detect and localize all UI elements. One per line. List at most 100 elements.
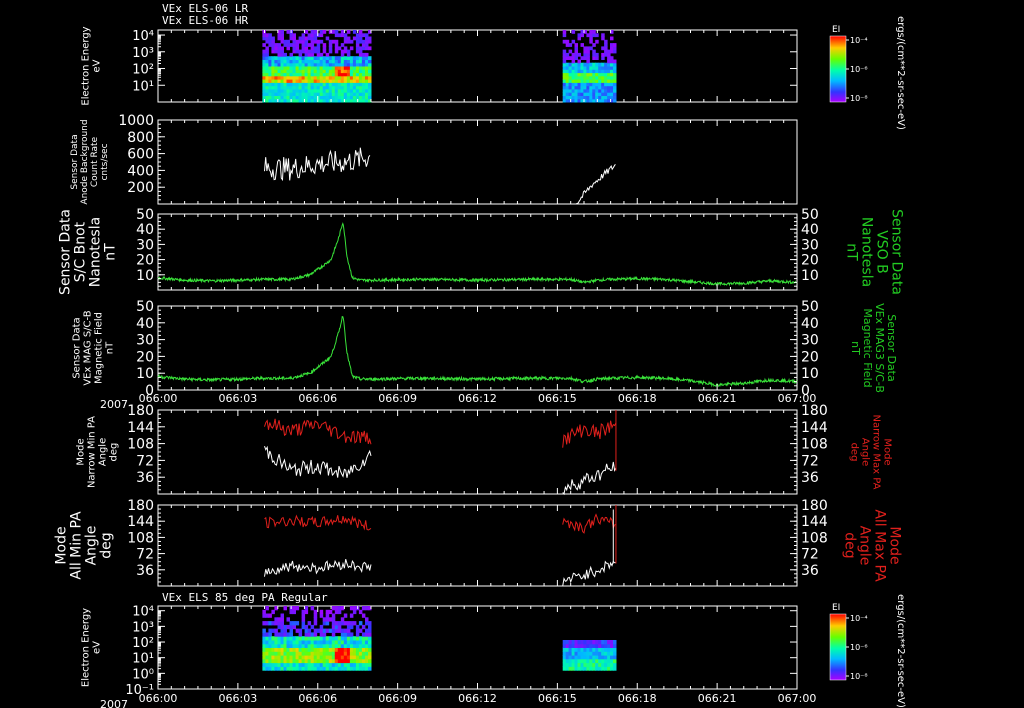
spectrogram-cell — [301, 662, 306, 667]
spectrogram-cell — [319, 647, 324, 652]
spectrogram-cell — [337, 636, 342, 641]
spectrogram-cell — [283, 632, 287, 637]
spectrogram-cell — [568, 66, 573, 70]
spectrogram-cell — [358, 655, 363, 660]
bottom-time-axis-tick-label: 066:15 — [538, 692, 577, 705]
spectrogram-cell — [610, 46, 614, 51]
spectrogram-cell — [568, 92, 573, 96]
spectrogram-cell — [346, 66, 351, 70]
panel5-ylabel: Narrow Min PA — [87, 416, 98, 488]
spectrogram-cell — [334, 56, 339, 60]
spectrogram-cell — [574, 75, 578, 80]
spectrogram-cell — [358, 59, 363, 64]
spectrogram-cell — [598, 643, 602, 648]
panel3-ylabel: nT — [103, 243, 119, 261]
spectrogram-cell — [365, 39, 369, 44]
spectrogram-cell — [286, 651, 290, 656]
spectrogram-cell — [583, 69, 587, 74]
spectrogram-cell — [358, 636, 363, 641]
spectrogram-cell — [331, 632, 336, 637]
spectrogram-cell — [268, 643, 272, 648]
spectrogram-cell — [340, 621, 345, 626]
y-tick-label: 50 — [136, 207, 154, 223]
spectrogram-cell — [346, 75, 351, 80]
spectrogram-cell — [595, 79, 599, 83]
spectrogram-cell — [313, 617, 318, 622]
spectrogram-cell — [328, 643, 333, 648]
spectrogram-cell — [301, 658, 306, 664]
spectrogram-cell — [589, 640, 593, 645]
spectrogram-cell — [365, 43, 369, 47]
spectrogram-cell — [298, 39, 303, 44]
spectrogram-cell — [277, 662, 281, 667]
spectrogram-cell — [598, 666, 602, 671]
spectrogram-cell — [313, 658, 318, 664]
spectrogram-cell — [289, 658, 293, 664]
spectrogram-cell — [562, 640, 567, 645]
spectrogram-cell — [568, 49, 573, 54]
y-tick-label-right: 20 — [801, 349, 819, 365]
spectrogram-cell — [595, 643, 599, 648]
spectrogram-cell — [301, 46, 306, 51]
spectrogram-cell — [349, 66, 354, 70]
spectrogram-cell — [562, 49, 567, 54]
spectrogram-cell — [307, 666, 312, 671]
spectrogram-cell — [316, 628, 321, 633]
spectrogram-cell — [589, 30, 593, 34]
spectrogram-cell — [368, 621, 372, 626]
spectrogram-cell — [322, 632, 327, 637]
y-tick-label: 10² — [132, 63, 154, 78]
spectrogram-cell — [301, 624, 306, 630]
spectrogram-cell — [319, 666, 324, 671]
spectrogram-cell — [368, 624, 372, 630]
y-tick-label: 10⁴ — [132, 29, 154, 44]
spectrogram-cell — [331, 666, 336, 671]
spectrogram-cell — [355, 666, 360, 671]
spectrogram-cell — [349, 651, 354, 656]
spectrogram-cell — [277, 88, 281, 93]
spectrogram-cell — [280, 39, 284, 44]
mid-time-axis-tick-label: 066:12 — [458, 392, 497, 405]
spectrogram-cell — [328, 39, 333, 44]
spectrogram-cell — [331, 617, 336, 622]
spectrogram-cell — [322, 79, 327, 83]
spectrogram-cell — [343, 662, 348, 667]
bottom-time-axis-tick-label: 066:21 — [698, 692, 737, 705]
spectrogram-cell — [277, 59, 281, 64]
spectrogram-cell — [271, 43, 275, 47]
spectrogram-cell — [280, 621, 284, 626]
spectrogram-cell — [337, 82, 342, 87]
spectrogram-cell — [280, 56, 284, 60]
spectrogram-cell — [349, 658, 354, 664]
spectrogram-cell — [319, 66, 324, 70]
spectrogram-cell — [340, 66, 345, 70]
spectrogram-cell — [361, 79, 366, 83]
spectrogram-cell — [301, 56, 306, 60]
spectrogram-cell — [361, 662, 366, 667]
spectrogram-cell — [574, 662, 578, 667]
spectrogram-cell — [277, 52, 281, 57]
spectrogram-cell — [562, 39, 567, 44]
spectrogram-cell — [313, 628, 318, 633]
spectrogram-cell — [274, 46, 278, 51]
spectrogram-cell — [331, 624, 336, 630]
spectrogram-cell — [304, 59, 309, 64]
spectrogram-cell — [283, 43, 287, 47]
spectrogram-cell — [316, 39, 321, 44]
spectrogram-cell — [328, 617, 333, 622]
spectrogram-cell — [340, 52, 345, 57]
spectrogram-cell — [604, 658, 608, 664]
spectrogram-cell — [292, 88, 296, 93]
spectrogram-cell — [368, 92, 372, 96]
y-tick-label-right: 10 — [801, 268, 819, 284]
spectrogram-cell — [262, 628, 266, 633]
spectrogram-cell — [595, 56, 599, 60]
y-tick-label: 1000 — [118, 113, 154, 129]
spectrogram-cell — [589, 651, 593, 656]
spectrogram-cell — [325, 643, 330, 648]
spectrogram-cell — [349, 643, 354, 648]
spectrogram-cell — [280, 666, 284, 671]
spectrogram-cell — [337, 643, 342, 648]
spectrogram-cell — [610, 79, 614, 83]
spectrogram-cell — [301, 66, 306, 70]
